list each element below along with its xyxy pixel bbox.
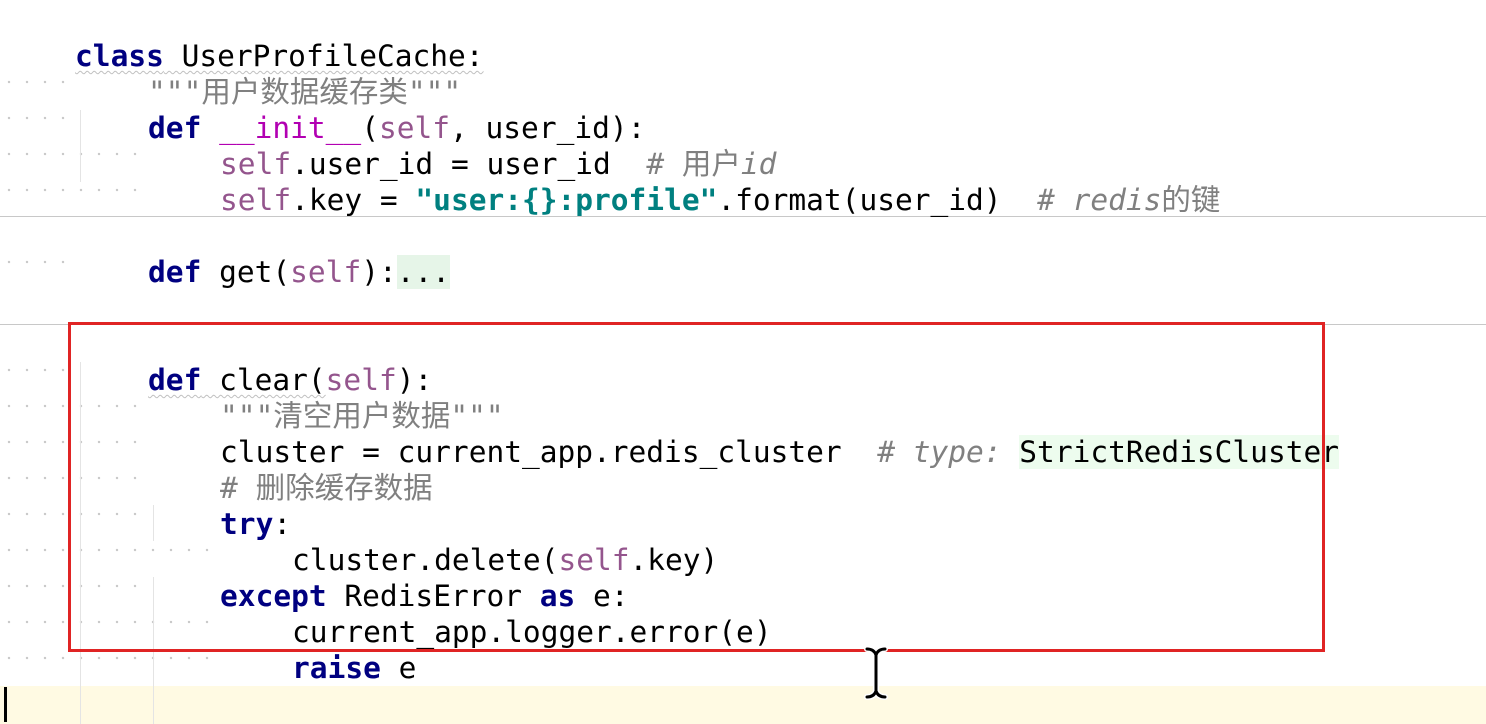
comment-italic: redis [1072, 183, 1162, 217]
whitespace-markers [0, 234, 72, 270]
folded-code-placeholder[interactable]: ... [396, 255, 451, 289]
text-caret [4, 687, 7, 722]
code-line-2: """用户数据缓存类""" [77, 38, 461, 109]
code-text: .format(user_id) [717, 183, 1038, 217]
keyword-def: def [148, 255, 202, 289]
self-keyword: self [220, 183, 292, 217]
whitespace-markers [0, 162, 144, 198]
method-name: get( [201, 255, 291, 289]
code-line-6: def get(self):... [77, 218, 451, 289]
code-line-3: def __init__(self, user_id): [77, 74, 645, 145]
keyword-raise: raise [292, 651, 381, 685]
code-text: .key = [291, 183, 416, 217]
comment: # [1037, 183, 1073, 217]
code-text: e [380, 651, 417, 685]
code-text: ): [361, 255, 397, 289]
annotation-highlight-box [68, 322, 1325, 652]
code-editor[interactable]: class UserProfileCache: """用户数据缓存类""" de… [0, 0, 1486, 724]
text-ibeam-cursor-icon [864, 646, 888, 700]
code-line-5: self.key = "user:{}:profile".format(user… [149, 146, 1220, 217]
self-keyword: self [290, 255, 362, 289]
code-line-1: class UserProfileCache: [4, 2, 484, 73]
comment-cjk: 的键 [1161, 183, 1221, 217]
string-literal: "user:{}:profile" [415, 183, 718, 217]
whitespace-markers [0, 342, 72, 378]
code-line-4: self.user_id = user_id # 用户id [149, 110, 776, 181]
